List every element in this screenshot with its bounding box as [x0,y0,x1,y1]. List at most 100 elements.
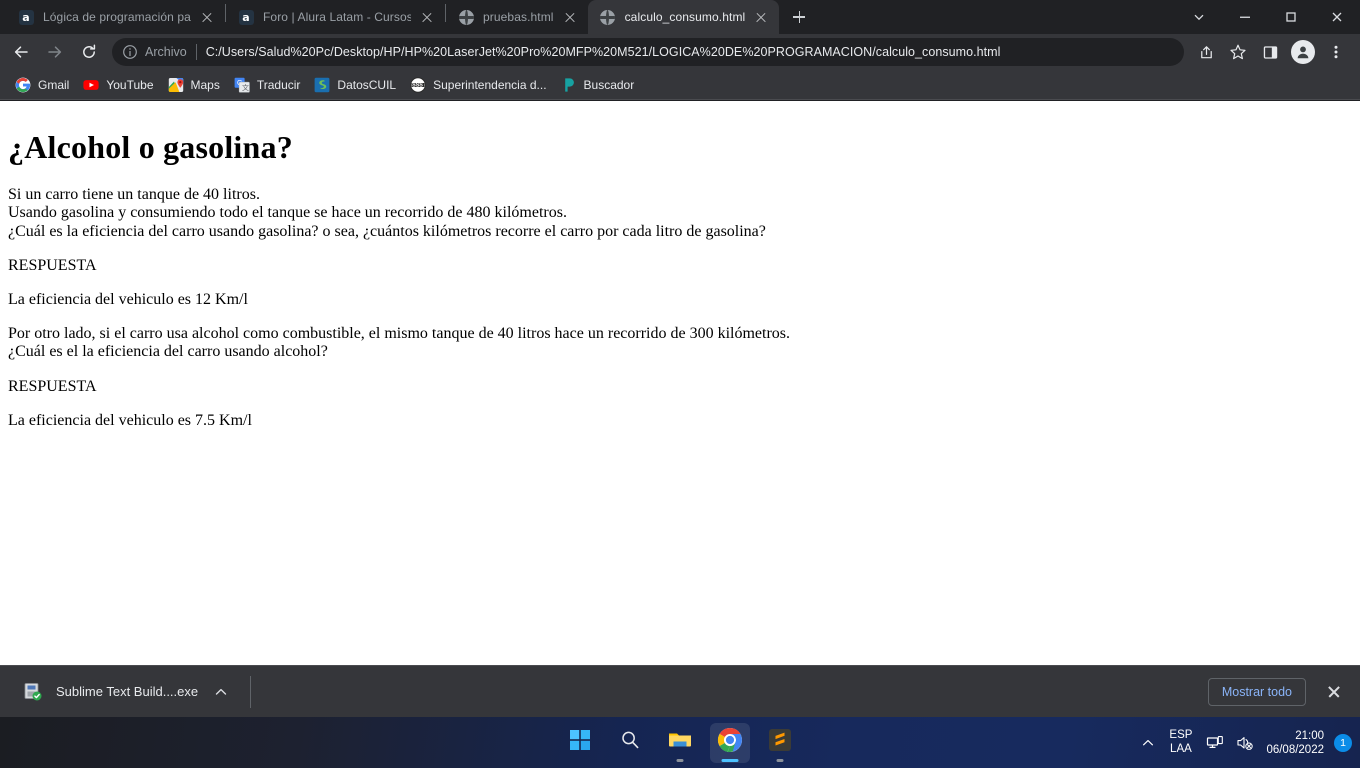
tab-title: pruebas.html [483,10,554,24]
youtube-icon [83,77,99,93]
search-icon [619,729,641,756]
tab-close-icon[interactable] [419,9,435,25]
bookmark-datoscuil[interactable]: DatosCUIL [307,73,403,97]
browser-tab-2[interactable]: a Foro | Alura Latam - Cursos onlin [226,0,445,34]
system-tray: ESP LAA 21:00 06/08/2022 1 [1135,717,1352,768]
chrome-browser-window: a Lógica de programación parte 1: a Foro… [0,0,1360,717]
html-file-favicon [458,9,474,25]
tab-title: Lógica de programación parte 1: [43,10,191,24]
datoscuil-icon [314,77,330,93]
windows-taskbar: ESP LAA 21:00 06/08/2022 1 [0,717,1360,768]
taskbar-apps [560,722,800,763]
download-file-name: Sublime Text Build....exe [56,684,199,699]
reload-icon[interactable] [74,37,104,67]
notification-badge[interactable]: 1 [1334,733,1352,752]
bookmark-label: Maps [190,77,220,92]
side-panel-icon[interactable] [1255,37,1285,67]
chrome-icon [717,727,743,758]
svg-text:文: 文 [242,83,249,92]
paragraph-line: La eficiencia del vehiculo es 12 Km/l [8,291,248,308]
paragraph-line: RESPUESTA [8,377,97,395]
close-icon[interactable] [1314,0,1360,34]
browser-tab-4-active[interactable]: calculo_consumo.html [587,0,780,34]
html-file-favicon [600,9,616,25]
bookmark-label: YouTube [106,77,154,92]
star-icon[interactable] [1223,37,1253,67]
gmail-icon [15,77,31,93]
bookmark-buscador[interactable]: Buscador [554,73,642,97]
clock-time: 21:00 [1295,729,1324,742]
page-paragraph-4: Por otro lado, si el carro usa alcohol c… [8,325,1352,361]
bookmark-label: Buscador [583,77,635,92]
url-scheme-label: Archivo [145,45,187,59]
paragraph-line: La eficiencia del vehiculo es 7.5 Km/l [8,411,252,429]
bookmark-label: Traducir [256,77,301,92]
bookmark-label: Superintendencia d... [433,77,547,92]
tab-close-icon[interactable] [199,9,215,25]
network-icon[interactable] [1200,723,1230,763]
bookmarks-bar: Gmail YouTube Maps 文 Traducir DatosCUIL … [0,70,1360,100]
close-download-shelf-icon[interactable] [1320,678,1348,706]
sss-icon: SSS [410,76,426,93]
info-circle-icon[interactable] [122,44,138,60]
page-paragraph-5: RESPUESTA [8,378,1352,396]
file-explorer-button[interactable] [660,723,700,763]
tab-title: calculo_consumo.html [624,10,746,24]
share-icon[interactable] [1191,37,1221,67]
tab-close-icon[interactable] [562,9,578,25]
tab-search-chevron-down-icon[interactable] [1176,0,1222,34]
tab-close-icon[interactable] [753,9,769,25]
download-shelf: Sublime Text Build....exe Mostrar todo [0,665,1360,717]
bookmark-superintendencia[interactable]: SSS Superintendencia d... [403,73,553,97]
forward-arrow-icon[interactable] [40,37,70,67]
browser-toolbar: Archivo C:/Users/Salud%20Pc/Desktop/HP/H… [0,34,1360,70]
google-maps-icon [168,77,184,93]
clock-date: 06/08/2022 [1266,743,1324,756]
language-primary: ESP [1169,729,1193,741]
browser-tab-3[interactable]: pruebas.html [446,0,588,34]
start-button[interactable] [560,723,600,763]
address-bar[interactable]: Archivo C:/Users/Salud%20Pc/Desktop/HP/H… [112,38,1184,66]
minimize-icon[interactable] [1222,0,1268,34]
bookmark-maps[interactable]: Maps [161,73,227,97]
page-paragraph-6: La eficiencia del vehiculo es 7.5 Km/l [8,412,1352,430]
folder-icon [667,727,693,758]
bookmark-label: Gmail [38,77,70,92]
omnibox-divider [195,44,197,60]
back-arrow-icon[interactable] [6,37,36,67]
three-dot-menu-icon[interactable] [1321,37,1351,67]
browser-tab-1[interactable]: a Lógica de programación parte 1: [6,0,225,34]
bookmark-youtube[interactable]: YouTube [76,73,160,97]
paragraph-line: RESPUESTA [8,256,97,274]
paragraph-line: Usando gasolina y consumiendo todo el ta… [8,204,567,222]
maximize-icon[interactable] [1268,0,1314,34]
paragraph-line: ¿Cuál es la eficiencia del carro usando … [8,222,766,240]
toolbar-right-actions [1190,37,1352,67]
volume-muted-icon[interactable] [1230,723,1260,763]
page-content: ¿Alcohol o gasolina? Si un carro tiene u… [0,101,1360,454]
sublime-text-button[interactable] [760,723,800,763]
show-all-downloads-button[interactable]: Mostrar todo [1207,677,1306,706]
search-button[interactable] [610,723,650,763]
bookmark-gmail[interactable]: Gmail [8,73,76,97]
alura-favicon: a [238,9,254,25]
tray-overflow-chevron-up-icon[interactable] [1135,723,1161,763]
app-running-indicator [776,758,784,762]
alura-favicon: a [18,9,34,25]
clock-and-date[interactable]: 21:00 06/08/2022 [1260,729,1332,757]
google-chrome-button[interactable] [710,722,750,763]
profile-avatar-icon[interactable] [1291,40,1315,64]
bookmark-label: DatosCUIL [337,77,397,92]
download-item[interactable]: Sublime Text Build....exe [12,674,236,710]
tab-title: Foro | Alura Latam - Cursos onlin [263,10,411,24]
bookmark-traducir[interactable]: G 文 Traducir [227,73,308,97]
app-running-indicator [676,758,684,762]
installer-file-icon [22,681,44,703]
language-indicator[interactable]: ESP LAA [1161,729,1200,756]
windows-logo-icon [569,729,591,756]
new-tab-button[interactable] [785,3,813,31]
buscador-icon [561,77,577,93]
download-chevron-up-icon[interactable] [210,681,232,703]
app-active-indicator [721,758,739,762]
download-separator [250,675,252,708]
